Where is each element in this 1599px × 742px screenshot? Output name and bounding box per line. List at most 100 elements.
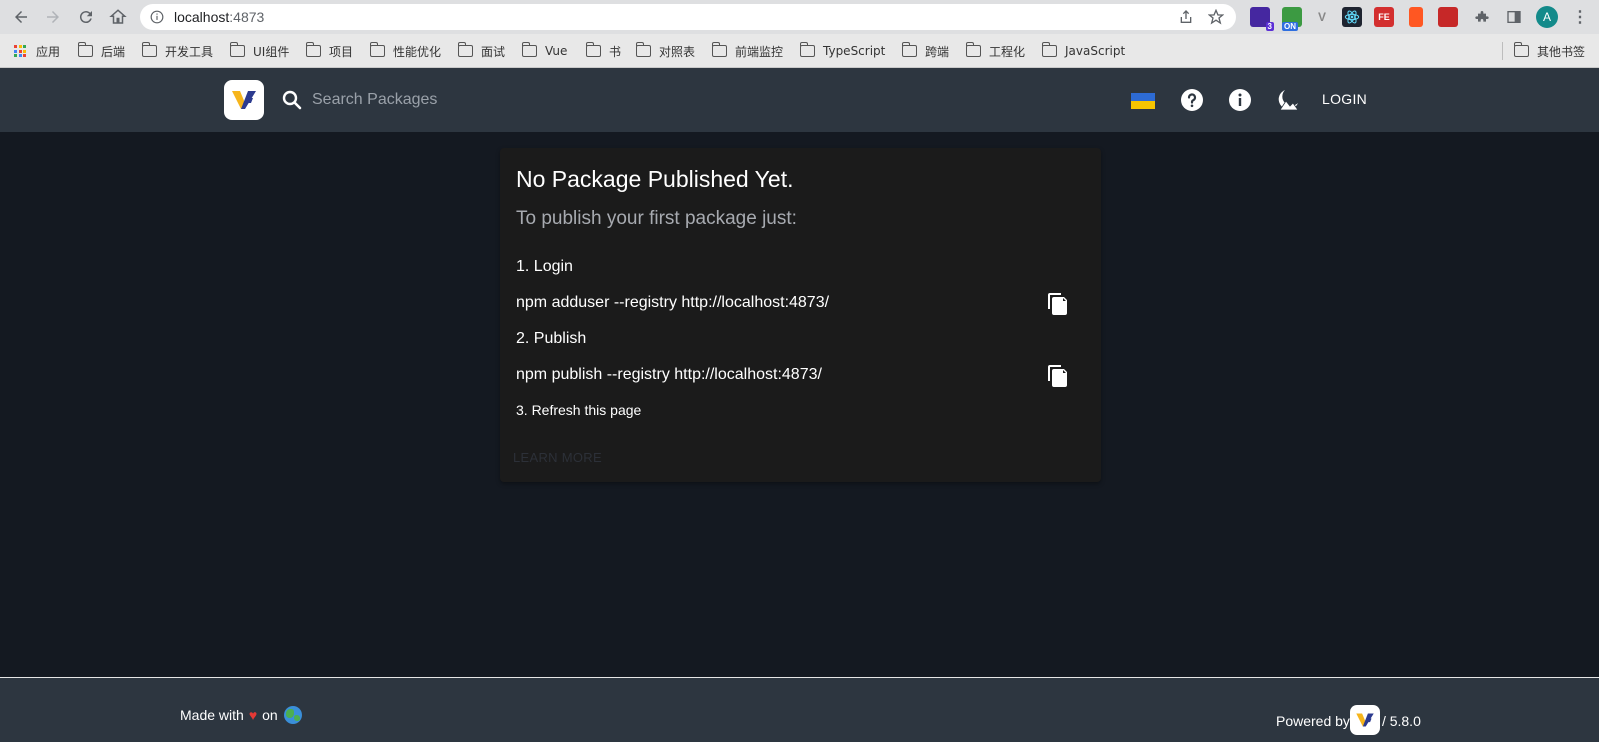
folder-icon: [305, 42, 321, 57]
puzzle-icon[interactable]: [1472, 7, 1492, 27]
back-icon[interactable]: [10, 6, 32, 28]
bookmark-label: TypeScript: [823, 44, 886, 58]
folder-icon: [457, 42, 473, 57]
copy-publish-button[interactable]: [1046, 364, 1070, 388]
adduser-command: npm adduser --registry http://localhost:…: [516, 294, 830, 311]
bookmark-folder-other[interactable]: 其他书签: [1513, 42, 1585, 59]
version-label: / 5.8.0: [1381, 713, 1421, 729]
bookmark-label: 面试: [481, 44, 506, 59]
no-package-card: No Package Published Yet. To publish you…: [500, 148, 1101, 482]
search-input[interactable]: [312, 86, 672, 114]
bookmark-folder[interactable]: 后端: [77, 42, 125, 59]
extension-on-badge: ON: [1282, 22, 1298, 31]
address-bar[interactable]: localhost:4873: [140, 4, 1236, 30]
bookmark-folder[interactable]: 开发工具: [141, 42, 214, 59]
react-devtools-icon[interactable]: [1342, 7, 1362, 27]
folder-icon: [141, 42, 157, 57]
step-login: 1. Login: [516, 258, 573, 275]
apps-grid-icon: [14, 45, 26, 57]
bookmark-label: 前端监控: [735, 44, 784, 59]
bookmark-folder[interactable]: 跨端: [901, 42, 950, 59]
folder-icon: [965, 42, 981, 57]
info-icon[interactable]: [1228, 88, 1252, 112]
bookmark-folder[interactable]: 性能优化: [369, 42, 442, 59]
bookmark-label: 项目: [329, 44, 354, 59]
publish-command: npm publish --registry http://localhost:…: [516, 366, 822, 383]
card-subtitle: To publish your first package just:: [516, 208, 797, 229]
login-button[interactable]: LOGIN: [1322, 91, 1367, 107]
search-icon: [280, 88, 304, 112]
extension-icon[interactable]: 3: [1250, 7, 1274, 31]
logo-icon: [232, 91, 256, 109]
side-panel-icon[interactable]: [1504, 7, 1524, 27]
url-port: :4873: [229, 9, 265, 25]
copy-adduser-button[interactable]: [1046, 292, 1070, 316]
bookmark-folder[interactable]: TypeScript: [799, 42, 886, 59]
extension-icon[interactable]: ON: [1282, 7, 1302, 31]
bookmark-label: JavaScript: [1065, 44, 1126, 58]
bookmark-folder[interactable]: 项目: [305, 42, 354, 59]
extension-badge: 3: [1265, 22, 1274, 31]
folder-icon: [1041, 42, 1057, 57]
bookmark-folder[interactable]: Vue: [521, 42, 568, 59]
folder-icon: [711, 42, 727, 57]
bookmark-label: 工程化: [989, 44, 1026, 59]
extension-icon[interactable]: FE: [1374, 7, 1394, 27]
profile-avatar[interactable]: A: [1536, 6, 1558, 28]
made-with-text: Made with ♥ on: [180, 706, 302, 724]
bookmark-folder[interactable]: 书: [585, 42, 622, 59]
star-icon[interactable]: [1207, 8, 1225, 30]
folder-icon: [585, 42, 601, 57]
folder-icon: [521, 42, 537, 57]
folder-icon: [901, 42, 917, 57]
ukraine-flag-icon[interactable]: [1131, 93, 1155, 109]
powered-by-text: Powered by / 5.8.0: [1276, 705, 1421, 736]
copy-icon: [1048, 293, 1067, 315]
folder-icon: [369, 42, 385, 57]
menu-icon[interactable]: ⋮: [1570, 7, 1590, 27]
powered-by-label: Powered by: [1276, 713, 1350, 729]
bookmark-folder[interactable]: 面试: [457, 42, 506, 59]
forward-icon[interactable]: [42, 6, 64, 28]
folder-icon: [229, 42, 245, 57]
bookmark-folder[interactable]: JavaScript: [1041, 42, 1126, 59]
made-with-label: Made with: [180, 707, 244, 723]
bookmark-label: UI组件: [253, 44, 290, 59]
bookmark-label: 开发工具: [165, 44, 214, 59]
bookmark-label: 应用: [36, 44, 61, 59]
verdaccio-logo[interactable]: [224, 80, 264, 120]
step-publish: 2. Publish: [516, 330, 587, 347]
learn-more-button[interactable]: LEARN MORE: [513, 450, 602, 465]
globe-icon[interactable]: [283, 706, 302, 724]
extension-icon[interactable]: [1438, 7, 1458, 27]
bookmark-label: 对照表: [659, 44, 696, 59]
theme-toggle-icon[interactable]: [1276, 88, 1300, 112]
bookmark-label: Vue: [545, 44, 568, 58]
bookmark-folder[interactable]: 前端监控: [711, 42, 784, 59]
extension-icon[interactable]: [1409, 7, 1423, 27]
verdaccio-mini-logo[interactable]: [1349, 705, 1380, 735]
home-icon[interactable]: [107, 6, 129, 28]
folder-icon: [799, 42, 815, 57]
bookmark-folder[interactable]: 对照表: [635, 42, 696, 59]
share-icon[interactable]: [1178, 9, 1194, 30]
app-header: LOGIN: [0, 68, 1599, 132]
bookmark-apps[interactable]: 应用: [14, 43, 60, 59]
bookmark-folder[interactable]: UI组件: [229, 42, 290, 59]
divider: [1502, 42, 1503, 60]
browser-toolbar: localhost:4873 3 ON V FE A ⋮: [0, 0, 1599, 34]
reload-icon[interactable]: [75, 6, 97, 28]
folder-icon: [77, 42, 93, 57]
help-icon[interactable]: [1180, 88, 1204, 112]
vue-devtools-icon[interactable]: V: [1312, 7, 1332, 27]
bookmarks-bar: 应用 后端 开发工具 UI组件 项目 性能优化 面试 Vue 书 对照表 前端监…: [0, 34, 1599, 68]
folder-icon: [635, 42, 651, 57]
url-host: localhost: [174, 9, 230, 25]
on-label: on: [262, 707, 278, 723]
step-refresh: 3. Refresh this page: [516, 402, 642, 418]
info-icon[interactable]: [150, 10, 164, 29]
bookmark-label: 书: [609, 44, 622, 59]
bookmark-label: 跨端: [925, 44, 950, 59]
bookmark-folder[interactable]: 工程化: [965, 42, 1026, 59]
bookmark-label: 性能优化: [393, 44, 442, 59]
